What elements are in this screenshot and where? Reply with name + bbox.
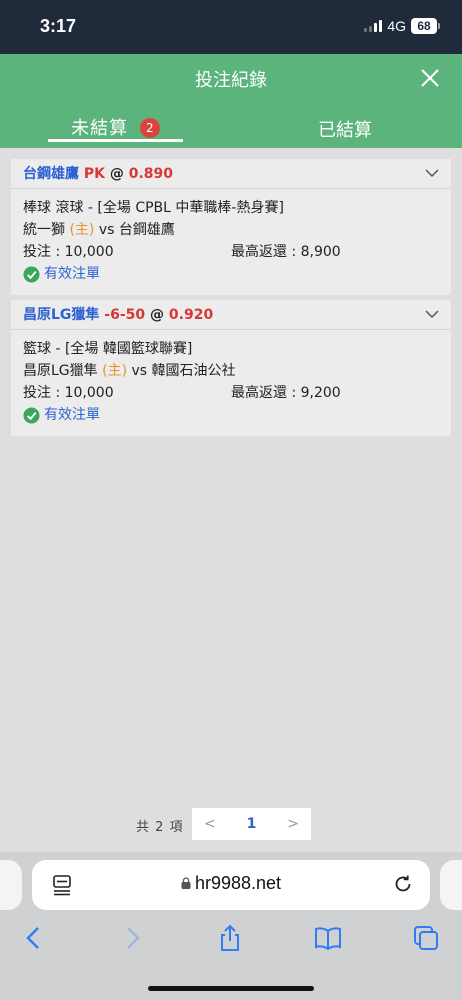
url-display: hr9988.net bbox=[32, 873, 430, 894]
stake-amount: 投注 : 10,000 bbox=[23, 385, 114, 401]
bet-handicap: PK bbox=[83, 166, 105, 182]
chevron-down-icon[interactable] bbox=[425, 168, 439, 178]
tab-unsettled[interactable]: 未結算 2 bbox=[48, 114, 183, 148]
stake-row: 投注 : 10,000 最高返還 : 8,900 bbox=[23, 241, 439, 263]
bet-card: 昌原LG獵隼 -6-50 @ 0.920 籃球 - [全場 韓國籃球聯賽] 昌原… bbox=[11, 300, 451, 436]
battery-level: 68 bbox=[411, 18, 437, 34]
network-type: 4G bbox=[387, 18, 406, 34]
next-tab-preview[interactable] bbox=[440, 860, 462, 910]
status-time: 3:17 bbox=[40, 16, 77, 36]
max-return: 最高返還 : 8,900 bbox=[231, 244, 341, 260]
league-line: 籃球 - [全場 韓國籃球聯賽] bbox=[23, 341, 193, 357]
at-sign: @ bbox=[150, 307, 165, 323]
forward-icon[interactable] bbox=[118, 924, 146, 952]
home-indicator bbox=[148, 986, 314, 991]
home-team: 統一獅 bbox=[23, 222, 65, 238]
max-return: 最高返還 : 9,200 bbox=[231, 385, 341, 401]
matchup: 昌原LG獵隼 (主) vs 韓國石油公社 bbox=[23, 360, 439, 382]
page-header: 投注紀錄 bbox=[0, 54, 462, 102]
pagination: 共 2 項 < 1 > bbox=[0, 808, 462, 840]
bet-status-label: 有效注單 bbox=[44, 407, 100, 423]
home-tag: (主) bbox=[102, 363, 128, 379]
status-indicators: 4G 68 bbox=[364, 18, 440, 34]
bet-status: 有效注單 bbox=[23, 263, 439, 285]
status-bar: 3:17 4G 68 bbox=[0, 0, 462, 54]
tab-bar: 未結算 2 已結算 bbox=[0, 102, 462, 148]
page-title: 投注紀錄 bbox=[195, 70, 267, 91]
bet-status: 有效注單 bbox=[23, 404, 439, 426]
back-icon[interactable] bbox=[20, 924, 48, 952]
total-count: 共 2 項 bbox=[136, 820, 184, 835]
matchup: 統一獅 (主) vs 台鋼雄鷹 bbox=[23, 219, 439, 241]
away-team: 韓國石油公社 bbox=[151, 363, 236, 379]
league-line: 棒球 滾球 - [全場 CPBL 中華職棒-熱身賽] bbox=[23, 200, 284, 216]
bet-card: 台鋼雄鷹 PK @ 0.890 棒球 滾球 - [全場 CPBL 中華職棒-熱身… bbox=[11, 159, 451, 295]
away-team: 台鋼雄鷹 bbox=[118, 222, 175, 238]
url-text: hr9988.net bbox=[194, 873, 282, 893]
share-icon[interactable] bbox=[216, 924, 244, 952]
tab-settled[interactable]: 已結算 bbox=[300, 116, 390, 142]
tab-unsettled-label: 未結算 bbox=[71, 118, 129, 139]
lock-icon bbox=[181, 877, 191, 889]
previous-tab-preview[interactable] bbox=[0, 860, 22, 910]
stake-amount: 投注 : 10,000 bbox=[23, 244, 114, 260]
vs-label: vs bbox=[131, 363, 148, 379]
bet-selection-team: 昌原LG獵隼 bbox=[23, 307, 100, 323]
signal-icon bbox=[364, 20, 383, 32]
address-bar[interactable]: hr9988.net bbox=[32, 860, 430, 910]
at-sign: @ bbox=[109, 166, 124, 182]
check-circle-icon bbox=[23, 406, 40, 424]
unsettled-count-badge: 2 bbox=[139, 118, 160, 138]
vs-label: vs bbox=[98, 222, 115, 238]
home-tag: (主) bbox=[69, 222, 95, 238]
check-circle-icon bbox=[23, 265, 40, 283]
chevron-down-icon[interactable] bbox=[425, 309, 439, 319]
bet-status-label: 有效注單 bbox=[44, 266, 100, 282]
browser-toolbar bbox=[0, 924, 462, 954]
bet-selection-team: 台鋼雄鷹 bbox=[23, 166, 79, 182]
bet-card-body: 棒球 滾球 - [全場 CPBL 中華職棒-熱身賽] 統一獅 (主) vs 台鋼… bbox=[11, 189, 451, 295]
next-page-button[interactable]: > bbox=[287, 816, 299, 832]
bet-odds: 0.890 bbox=[128, 166, 174, 182]
prev-page-button[interactable]: < bbox=[204, 816, 216, 832]
bet-card-header[interactable]: 台鋼雄鷹 PK @ 0.890 bbox=[11, 159, 451, 189]
bet-handicap: -6-50 bbox=[104, 307, 146, 323]
stake-row: 投注 : 10,000 最高返還 : 9,200 bbox=[23, 382, 439, 404]
pager: < 1 > bbox=[192, 808, 311, 840]
browser-chrome: hr9988.net bbox=[0, 852, 462, 1000]
home-team: 昌原LG獵隼 bbox=[23, 363, 98, 379]
reload-icon[interactable] bbox=[392, 873, 414, 895]
active-tab-indicator bbox=[48, 139, 183, 142]
bet-card-header[interactable]: 昌原LG獵隼 -6-50 @ 0.920 bbox=[11, 300, 451, 330]
tabs-icon[interactable] bbox=[412, 924, 440, 952]
close-icon[interactable] bbox=[418, 66, 442, 90]
battery-icon: 68 bbox=[411, 18, 440, 34]
page-number-current[interactable]: 1 bbox=[247, 816, 257, 832]
bet-card-body: 籃球 - [全場 韓國籃球聯賽] 昌原LG獵隼 (主) vs 韓國石油公社 投注… bbox=[11, 330, 451, 436]
bet-odds: 0.920 bbox=[168, 307, 214, 323]
bookmarks-icon[interactable] bbox=[314, 924, 342, 952]
